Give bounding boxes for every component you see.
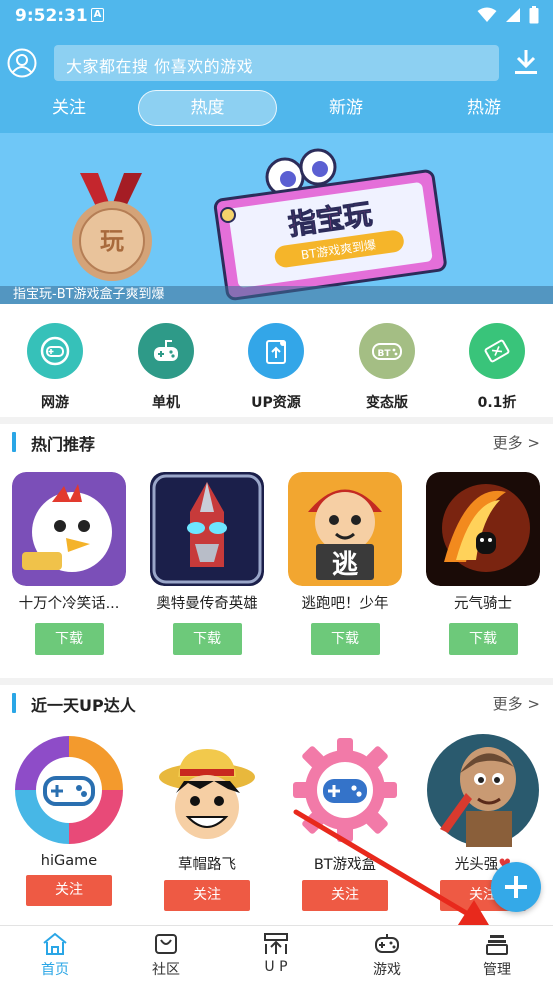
- game-card[interactable]: 元气骑士 下载: [414, 472, 552, 655]
- avatar-bald-qiang: [427, 734, 539, 847]
- medal-text: 玩: [100, 227, 124, 255]
- section-title: 热门推荐: [31, 435, 96, 454]
- plus-icon: [505, 876, 527, 898]
- search-input[interactable]: 大家都在搜 你喜欢的游戏: [54, 45, 499, 81]
- nav-label: 游戏: [373, 962, 401, 978]
- follow-button[interactable]: 关注: [26, 875, 112, 906]
- tab-new-games[interactable]: 新游: [277, 90, 415, 126]
- nav-home[interactable]: 首页: [10, 932, 100, 979]
- category-up-resources[interactable]: UP资源: [236, 323, 316, 412]
- app-header: 9:52:31 A 大家都在搜 你喜欢的游戏 关注 热度 新游 热游: [0, 0, 553, 133]
- banner-artwork: 玩 指宝玩 BT游戏爽到爆: [72, 148, 447, 301]
- download-button[interactable]: 下载: [448, 623, 518, 655]
- category-label: 网游: [41, 395, 69, 411]
- joystick-icon: [138, 323, 194, 379]
- up-icon: [264, 933, 288, 954]
- battery-icon: [529, 6, 539, 24]
- game-card[interactable]: 奥特曼传奇英雄 下载: [138, 472, 276, 655]
- game-name: 十万个冷笑话...: [18, 596, 120, 612]
- nav-label: 社区: [152, 962, 180, 978]
- avatar-bt-game-box: [293, 738, 397, 842]
- nav-up[interactable]: U P: [231, 932, 321, 975]
- category-discount[interactable]: 0.1折: [457, 323, 537, 412]
- follow-button[interactable]: 关注: [164, 880, 250, 911]
- more-link[interactable]: 更多 >: [493, 432, 540, 453]
- category-grid: 网游 单机 UP资源 BT 变态版 0.1折: [0, 304, 553, 417]
- status-time: 9:52:31: [15, 6, 88, 26]
- community-icon: [155, 934, 177, 954]
- user-avatar-icon[interactable]: [7, 48, 37, 78]
- up-users-section: 近一天UP达人 更多 > hiGame 关注 草帽路飞 关注 BT游戏盒 关注 …: [0, 685, 553, 925]
- category-online-games[interactable]: 网游: [15, 323, 95, 412]
- section-accent-bar: [12, 693, 16, 713]
- game-name: 奥特曼传奇英雄: [156, 596, 258, 612]
- category-label: 变态版: [366, 395, 408, 411]
- game-name: 元气骑士: [454, 596, 512, 612]
- up-user-name: hiGame: [40, 853, 98, 869]
- bt-gamepad-icon: BT: [359, 323, 415, 379]
- search-placeholder: 大家都在搜 你喜欢的游戏: [66, 57, 254, 76]
- download-button[interactable]: 下载: [34, 623, 104, 655]
- status-bar: 9:52:31 A: [0, 0, 553, 32]
- home-icon: [43, 932, 67, 955]
- tab-hot-games[interactable]: 热游: [415, 90, 553, 126]
- follow-button[interactable]: 关注: [302, 880, 388, 911]
- download-icon[interactable]: [512, 48, 540, 76]
- discount-ticket-icon: [469, 323, 525, 379]
- banner-caption-bar: 指宝玩-BT游戏盒子爽到爆: [0, 286, 553, 304]
- status-icons: [477, 6, 539, 24]
- svg-text:BT: BT: [378, 349, 392, 359]
- nav-label: 管理: [483, 962, 511, 978]
- nav-label: U P: [264, 959, 288, 975]
- game-icon-ultraman: [150, 472, 264, 586]
- game-icon-text: 逃: [332, 550, 358, 580]
- bottom-navigation: 首页 社区 U P 游戏 管理: [0, 925, 553, 984]
- game-icon-soul-knight: [426, 472, 540, 586]
- notification-a-icon: A: [91, 8, 104, 22]
- signal-icon: [506, 8, 520, 22]
- download-button[interactable]: 下载: [310, 623, 380, 655]
- avatar-higame: [15, 736, 123, 844]
- category-label: 单机: [152, 395, 180, 411]
- up-user-card[interactable]: 草帽路飞 关注: [138, 733, 276, 911]
- avatar-straw-hat-luffy: [159, 749, 255, 839]
- add-fab-button[interactable]: [491, 862, 541, 912]
- hot-recommend-section: 热门推荐 更多 > 十万个冷笑话... 下载 奥特曼传奇英雄 下载 逃 逃跑吧！…: [0, 424, 553, 678]
- section-title: 近一天UP达人: [31, 696, 136, 715]
- category-bt-version[interactable]: BT 变态版: [347, 323, 427, 412]
- nav-games[interactable]: 游戏: [342, 932, 432, 979]
- section-accent-bar: [12, 432, 16, 452]
- category-single-player[interactable]: 单机: [126, 323, 206, 412]
- up-user-card[interactable]: BT游戏盒 关注: [276, 733, 414, 911]
- game-icon-escape-boy: 逃: [288, 472, 402, 586]
- nav-label: 首页: [41, 962, 69, 978]
- gamepad-icon: [27, 323, 83, 379]
- gamepad-icon: [375, 934, 399, 953]
- category-label: 0.1折: [477, 395, 517, 411]
- up-user-card[interactable]: hiGame 关注: [0, 733, 138, 906]
- game-card[interactable]: 逃 逃跑吧！少年 下载: [276, 472, 414, 655]
- game-icon-cold-jokes: [12, 472, 126, 586]
- wifi-icon: [477, 7, 497, 22]
- more-link[interactable]: 更多 >: [493, 693, 540, 714]
- manage-icon: [486, 935, 508, 955]
- up-user-name: 草帽路飞: [178, 857, 236, 873]
- upload-share-icon: [248, 323, 304, 379]
- banner-caption: 指宝玩-BT游戏盒子爽到爆: [13, 287, 165, 302]
- promo-banner[interactable]: 玩 指宝玩 BT游戏爽到爆 指宝玩-BT游戏盒子爽到爆: [0, 133, 553, 304]
- tab-follow[interactable]: 关注: [0, 90, 138, 126]
- download-button[interactable]: 下载: [172, 623, 242, 655]
- top-tabs: 关注 热度 新游 热游: [0, 90, 553, 126]
- game-card[interactable]: 十万个冷笑话... 下载: [0, 472, 138, 655]
- nav-manage[interactable]: 管理: [452, 932, 542, 979]
- tab-hot[interactable]: 热度: [138, 90, 277, 126]
- category-label: UP资源: [251, 395, 301, 411]
- game-name: 逃跑吧！少年: [301, 596, 389, 612]
- up-user-name: BT游戏盒: [313, 857, 377, 873]
- nav-community[interactable]: 社区: [121, 932, 211, 979]
